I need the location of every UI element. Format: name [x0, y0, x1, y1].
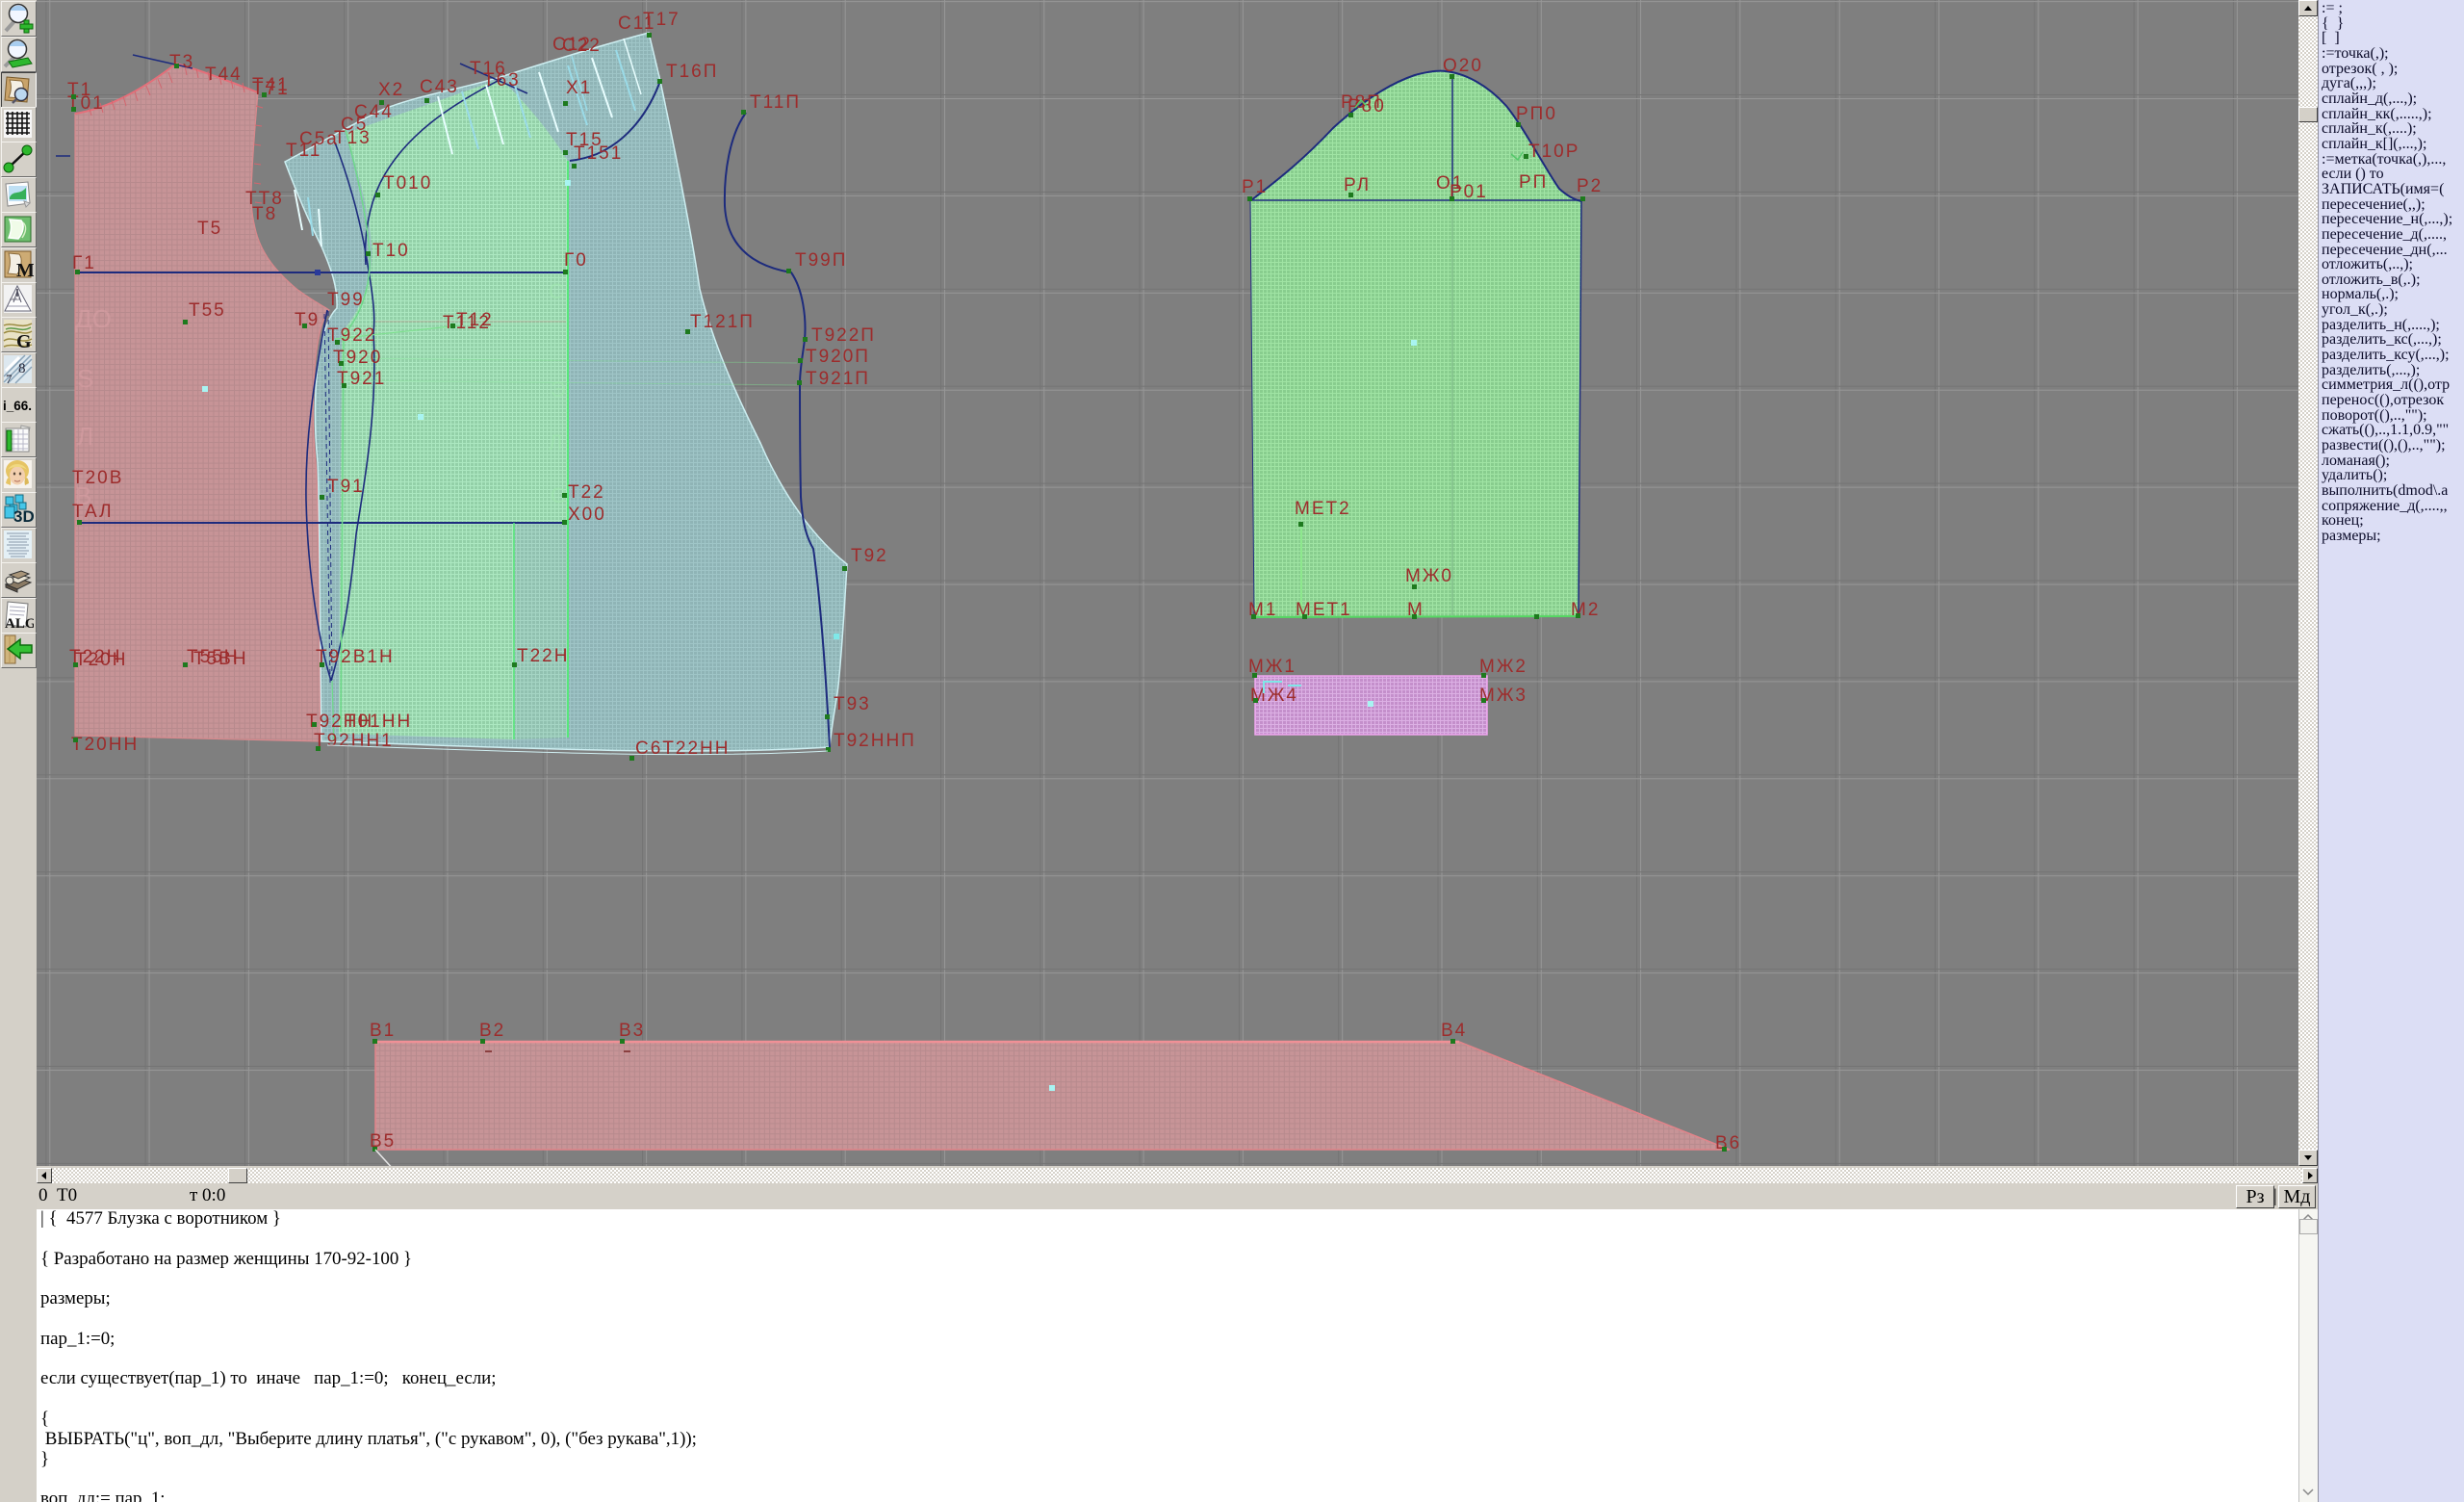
svg-text:Т121П: Т121П	[690, 312, 755, 332]
svg-text:Т5: Т5	[197, 219, 222, 239]
svg-text:Г0: Г0	[564, 250, 588, 271]
svg-text:МЖ2: МЖ2	[1479, 657, 1527, 677]
svg-text:Т92В1Н: Т92В1Н	[316, 647, 395, 667]
svg-text:Т922П: Т922П	[811, 325, 876, 346]
svg-text:М2: М2	[1571, 600, 1600, 620]
svg-text:Т20НН: Т20НН	[71, 735, 139, 755]
svg-text:С22: С22	[562, 36, 602, 56]
svg-text:Л: Л	[77, 422, 93, 451]
svg-text:Т10: Т10	[372, 241, 410, 261]
svg-text:РЛ: РЛ	[1344, 175, 1371, 195]
svg-text:Э: Э	[551, 377, 566, 401]
svg-text:Т99: Т99	[327, 290, 365, 310]
svg-text:Р01: Р01	[1450, 182, 1488, 202]
svg-text:О20: О20	[1443, 56, 1483, 76]
svg-text:Т151: Т151	[574, 143, 623, 164]
svg-text:Т20Н: Т20Н	[75, 650, 127, 670]
svg-text:Т44: Т44	[205, 65, 243, 85]
svg-text:Т10Р: Т10Р	[1528, 142, 1579, 162]
svg-text:Т922: Т922	[327, 325, 376, 346]
svg-text:Т3: Т3	[169, 52, 194, 72]
svg-text:Т22Н: Т22Н	[517, 646, 569, 666]
svg-text:МЕТ2: МЕТ2	[1295, 499, 1351, 519]
svg-text:Т12: Т12	[456, 310, 494, 330]
svg-text:7: 7	[6, 372, 13, 385]
svg-text:Т93: Т93	[834, 694, 871, 714]
svg-text:Х1: Х1	[566, 78, 592, 98]
svg-text:Т11: Т11	[286, 141, 321, 161]
svg-text:i_66.: i_66.	[3, 399, 32, 413]
svg-text:Т17: Т17	[643, 10, 680, 30]
svg-text:S: S	[77, 364, 93, 393]
svg-text:В6: В6	[1715, 1133, 1741, 1153]
svg-text:M: M	[16, 260, 34, 280]
svg-text:РП: РП	[1519, 172, 1548, 193]
svg-text:ALG: ALG	[5, 616, 34, 631]
svg-text:Х00: Х00	[568, 505, 606, 525]
svg-text:МЖ0: МЖ0	[1405, 566, 1453, 586]
svg-text:Т921П: Т921П	[806, 369, 870, 389]
svg-text:Т63: Т63	[483, 70, 521, 91]
svg-text:Т16П: Т16П	[666, 62, 718, 82]
svg-text:Т22: Т22	[568, 482, 605, 503]
svg-text:Р1: Р1	[1242, 177, 1268, 197]
svg-text:AМКA: AМКA	[10, 297, 20, 301]
svg-text:МЖ3: МЖ3	[1479, 686, 1527, 706]
svg-text:Р2: Р2	[1577, 176, 1603, 196]
svg-text:Т55: Т55	[189, 300, 226, 321]
svg-text:В4: В4	[1441, 1021, 1467, 1041]
svg-text:С6Т22НН: С6Т22НН	[635, 738, 730, 759]
svg-text:Т99П: Т99П	[795, 250, 847, 271]
svg-text:В1: В1	[370, 1021, 396, 1041]
svg-text:G: G	[16, 331, 32, 350]
svg-text:В2: В2	[479, 1021, 505, 1041]
svg-text:С: С	[549, 279, 564, 303]
svg-text:Х2: Х2	[378, 80, 404, 100]
svg-text:Т92ННП: Т92ННП	[834, 731, 916, 751]
svg-text:Т01НН: Т01НН	[345, 712, 412, 732]
svg-text:Т91: Т91	[327, 477, 365, 497]
svg-text:Т920П: Т920П	[806, 347, 870, 367]
svg-text:Т5ВН: Т5ВН	[193, 649, 248, 669]
svg-text:Т71: Т71	[252, 79, 290, 99]
svg-text:Т11П: Т11П	[750, 92, 801, 113]
svg-text:РП0: РП0	[1516, 104, 1557, 124]
svg-text:8: 8	[18, 361, 26, 376]
svg-text:3D: 3D	[13, 507, 34, 525]
svg-text:Т9: Т9	[295, 310, 320, 330]
svg-text:Т92: Т92	[851, 546, 888, 566]
svg-text:Т8: Т8	[252, 204, 277, 224]
svg-text:Л: Л	[549, 430, 562, 454]
svg-text:В: В	[75, 481, 91, 510]
svg-text:ДО: ДО	[75, 304, 112, 333]
svg-text:Т13: Т13	[334, 128, 372, 148]
svg-text:Т92НН1: Т92НН1	[314, 731, 394, 751]
svg-text:С43: С43	[420, 77, 459, 97]
svg-text:Т010: Т010	[383, 173, 432, 194]
svg-text:В3: В3	[619, 1021, 645, 1041]
